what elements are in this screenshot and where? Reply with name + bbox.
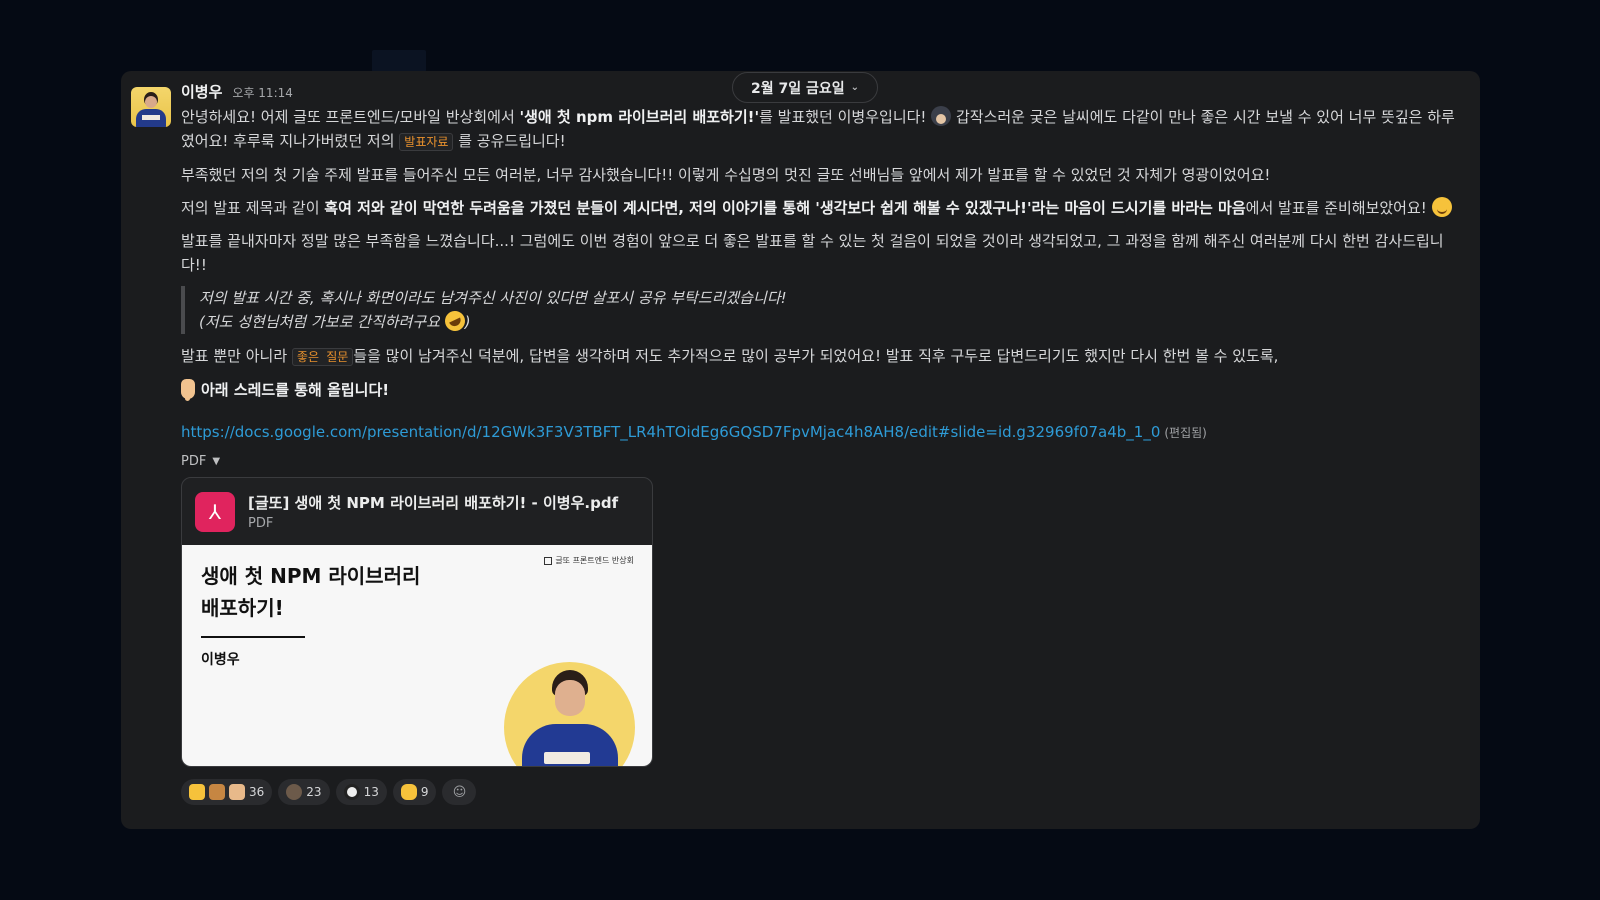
blockquote: 저의 발표 시간 중, 혹시나 화면이라도 남겨주신 사진이 있다면 살포시 공… (181, 286, 1461, 335)
thumbs-up-icon (229, 784, 245, 800)
logo-mark-icon (544, 556, 553, 565)
file-name[interactable]: [글또] 생애 첫 NPM 라이브러리 배포하기! - 이병우.pdf (248, 492, 618, 513)
message: 이병우 오후 11:14 안녕하세요! 어제 글또 프론트엔드/모바일 반상회에… (181, 81, 1461, 805)
pointing-down-hand-icon (181, 379, 195, 401)
file-card[interactable]: ⅄ [글또] 생애 첫 NPM 라이브러리 배포하기! - 이병우.pdf PD… (181, 477, 653, 767)
pdf-icon: ⅄ (195, 491, 235, 532)
slide-title: 생애 첫 NPM 라이브러리 배포하기! (201, 564, 421, 620)
reaction-raised-hands[interactable]: 9 (392, 779, 437, 805)
reaction-count: 23 (306, 785, 322, 799)
caret-down-icon: ▼ (212, 455, 221, 467)
reaction-count: 9 (420, 785, 429, 799)
slide-divider (201, 636, 305, 638)
attachment-toggle-label: PDF (181, 453, 207, 469)
reaction-face[interactable]: 23 (278, 779, 330, 805)
soccer-ball-icon (343, 784, 360, 800)
thumbs-up-icon (189, 784, 205, 800)
add-reaction-button[interactable]: ☺ (442, 779, 477, 805)
slide-author: 이병우 (201, 652, 240, 668)
reaction-count: 36 (249, 785, 265, 799)
inline-code: 발표자료 (399, 133, 454, 151)
face-emoji-icon (286, 784, 303, 800)
message-paragraph-5: 발표 뿐만 아니라 좋은 질문 들을 많이 남겨주신 덕분에, 답변을 생각하며 … (181, 347, 1279, 366)
raised-hands-icon (400, 784, 417, 800)
reaction-thumbs-up[interactable]: 36 (181, 779, 273, 805)
add-emoji-icon: ☺ (452, 784, 467, 800)
file-type: PDF (248, 516, 274, 531)
message-header: 이병우 오후 11:14 (181, 81, 1461, 105)
link-line: https://docs.google.com/presentation/d/1… (181, 420, 1461, 445)
smile-emoji-icon (1431, 197, 1452, 217)
inline-code: 좋은 질문 (291, 348, 354, 366)
reaction-count: 13 (363, 785, 379, 799)
message-paragraph-3: 저의 발표 제목과 같이 혹여 저와 같이 막연한 두려움을 가졌던 분들이 계… (181, 196, 1461, 220)
witch-emoji-icon (931, 106, 952, 126)
message-paragraph-6: 아래 스레드를 통해 올립니다! (181, 378, 1461, 402)
file-preview[interactable]: 생애 첫 NPM 라이브러리 배포하기! 이병우 글또 프론트엔드 반상회 (182, 545, 652, 766)
presentation-link[interactable]: https://docs.google.com/presentation/d/1… (181, 423, 1160, 441)
slide-logo: 글또 프론트엔드 반상회 (544, 555, 634, 566)
reactions-bar: 36 23 13 9 ☺ (181, 779, 1461, 805)
avatar[interactable] (131, 87, 171, 127)
author-name[interactable]: 이병우 (181, 81, 222, 102)
message-panel: 2월 7일 금요일 ⌄ 이병우 오후 11:14 안녕하세요! 어제 글또 프론… (121, 71, 1480, 829)
message-paragraph-1: 안녕하세요! 어제 글또 프론트엔드/모바일 반상회에서 '생애 첫 npm 라… (181, 106, 1455, 151)
thumbs-up-icon (209, 784, 225, 800)
attachment-toggle[interactable]: PDF ▼ (181, 451, 1461, 471)
message-paragraph-2: 부족했던 저의 첫 기술 주제 발표를 들어주신 모든 여러분, 너무 감사했습… (181, 166, 1271, 184)
slide-photo (504, 662, 635, 766)
message-timestamp[interactable]: 오후 11:14 (232, 84, 292, 101)
edited-label: (편집됨) (1164, 426, 1207, 440)
reaction-soccer-ball[interactable]: 13 (335, 779, 387, 805)
file-header[interactable]: ⅄ [글또] 생애 첫 NPM 라이브러리 배포하기! - 이병우.pdf PD… (182, 478, 652, 545)
background-tab (372, 50, 426, 72)
message-paragraph-4: 발표를 끝내자마자 정말 많은 부족함을 느꼈습니다...! 그럼에도 이번 경… (181, 232, 1444, 274)
